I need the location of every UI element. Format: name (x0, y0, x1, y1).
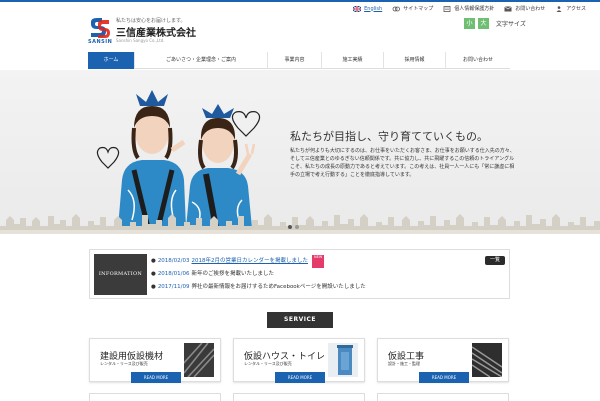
hero-image (96, 90, 261, 229)
sitemap-label: サイトマップ (403, 6, 434, 12)
company-name-en: Sanshin Sangyo Co.,Ltd. (116, 38, 165, 43)
nav-item-contact[interactable]: お問い合わせ (446, 52, 510, 69)
card-subtitle: レンタル・リース及び販売 (244, 361, 292, 366)
portable-toilet-image (328, 343, 358, 377)
hero-body: 私たちが何よりも大切にするのは、お仕事をいただくお客さま、お仕事をお願いする仕入… (290, 148, 515, 178)
nav-item-works[interactable]: 施工実績 (322, 52, 384, 69)
person-icon (556, 5, 562, 12)
company-name[interactable]: 三信産業株式会社 (116, 24, 196, 39)
news-title[interactable]: 弊社の最新情報をお届けするためFacebookページを開設いたしました (192, 281, 366, 294)
nav-item-recruit[interactable]: 採用情報 (384, 52, 446, 69)
privacy-link[interactable]: 個人情報保護方針 (443, 5, 494, 12)
font-size-control: 小 大 文字サイズ (464, 18, 526, 29)
read-more-button[interactable]: READ MORE (419, 372, 469, 383)
read-more-button[interactable]: READ MORE (131, 372, 181, 383)
service-card-construction[interactable]: 仮設工事 設計・施工・監理 READ MORE (377, 338, 509, 383)
mail-icon (504, 5, 512, 11)
bullet-icon: ● (151, 284, 156, 290)
font-large-button[interactable]: 大 (478, 18, 489, 29)
logo-text: SANSIN (88, 39, 113, 45)
tagline: 私たちは安心をお届けします。 (116, 18, 186, 24)
uk-flag-icon (353, 5, 362, 12)
privacy-label: 個人情報保護方針 (454, 6, 495, 12)
service-card-equipment[interactable]: 建設用仮設機材 レンタル・リース及び販売 READ MORE (89, 338, 221, 383)
access-label: アクセス (566, 6, 586, 12)
information-panel: INFORMATION ● 2018/02/03 2018年2月の営業日カレンダ… (89, 249, 510, 299)
news-item[interactable]: ● 2018/01/06 新年のご挨拶を掲載いたしました (151, 268, 481, 281)
slider-dots (288, 225, 299, 229)
scaffold-materials-image (184, 343, 214, 377)
service-card-house[interactable]: 仮設ハウス・トイレ レンタル・リース及び販売 READ MORE (233, 338, 365, 383)
news-list: ● 2018/02/03 2018年2月の営業日カレンダーを掲載しました NEW… (151, 255, 481, 294)
news-date: 2017/11/09 (157, 284, 190, 290)
main-nav: ホーム ごあいさつ・企業理念・ご案内 事業内容 施工実績 採用情報 お問い合わせ (88, 52, 510, 69)
sitemap-icon (392, 6, 401, 11)
read-more-button[interactable]: READ MORE (275, 372, 325, 383)
document-icon (443, 5, 451, 12)
news-item[interactable]: ● 2018/02/03 2018年2月の営業日カレンダーを掲載しました NEW (151, 255, 481, 268)
card-subtitle: レンタル・リース及び販売 (100, 361, 148, 366)
news-title[interactable]: 新年のご挨拶を掲載いたしました (192, 268, 275, 281)
hero-slider: 私たちが目指し、守り育てていくもの。 私たちが何よりも大切にするのは、お仕事をい… (0, 70, 600, 234)
font-small-button[interactable]: 小 (464, 18, 475, 29)
news-date: 2018/02/03 (157, 258, 190, 264)
contact-label: お問い合わせ (515, 6, 546, 12)
information-label: INFORMATION (94, 254, 147, 295)
news-title[interactable]: 2018年2月の営業日カレンダーを掲載しました (192, 255, 309, 268)
sitemap-link[interactable]: サイトマップ (392, 5, 433, 12)
access-link[interactable]: アクセス (555, 5, 586, 12)
scaffolding-work-image (472, 343, 502, 377)
slider-dot-2[interactable] (295, 225, 299, 229)
nav-item-home[interactable]: ホーム (88, 52, 135, 69)
new-badge: NEW (312, 255, 325, 268)
slider-dot-1[interactable] (288, 225, 292, 229)
english-label: English (364, 5, 383, 12)
nav-item-about[interactable]: ごあいさつ・企業理念・ご案内 (135, 52, 268, 69)
contact-link[interactable]: お問い合わせ (504, 5, 545, 12)
bullet-icon: ● (151, 258, 156, 264)
news-list-all-button[interactable]: 一覧 (485, 256, 505, 265)
service-heading: SERVICE (267, 312, 333, 328)
english-link[interactable]: English (353, 5, 382, 12)
utility-links: English サイトマップ 個人情報保護方針 お問い合わせ アクセス (353, 5, 586, 12)
company-logo-icon[interactable] (88, 17, 110, 39)
nav-item-business[interactable]: 事業内容 (268, 52, 322, 69)
news-item[interactable]: ● 2017/11/09 弊社の最新情報をお届けするためFacebookページを… (151, 281, 481, 294)
font-size-label: 文字サイズ (496, 21, 526, 28)
city-skyline-decoration (0, 214, 600, 234)
hero-title: 私たちが目指し、守り育てていくもの。 (290, 130, 488, 143)
card-subtitle: 設計・施工・監理 (388, 361, 420, 366)
bullet-icon: ● (151, 271, 156, 277)
news-date: 2018/01/06 (157, 271, 190, 277)
site-header: SANSIN 私たちは安心をお届けします。 三信産業株式会社 Sanshin S… (0, 2, 600, 52)
